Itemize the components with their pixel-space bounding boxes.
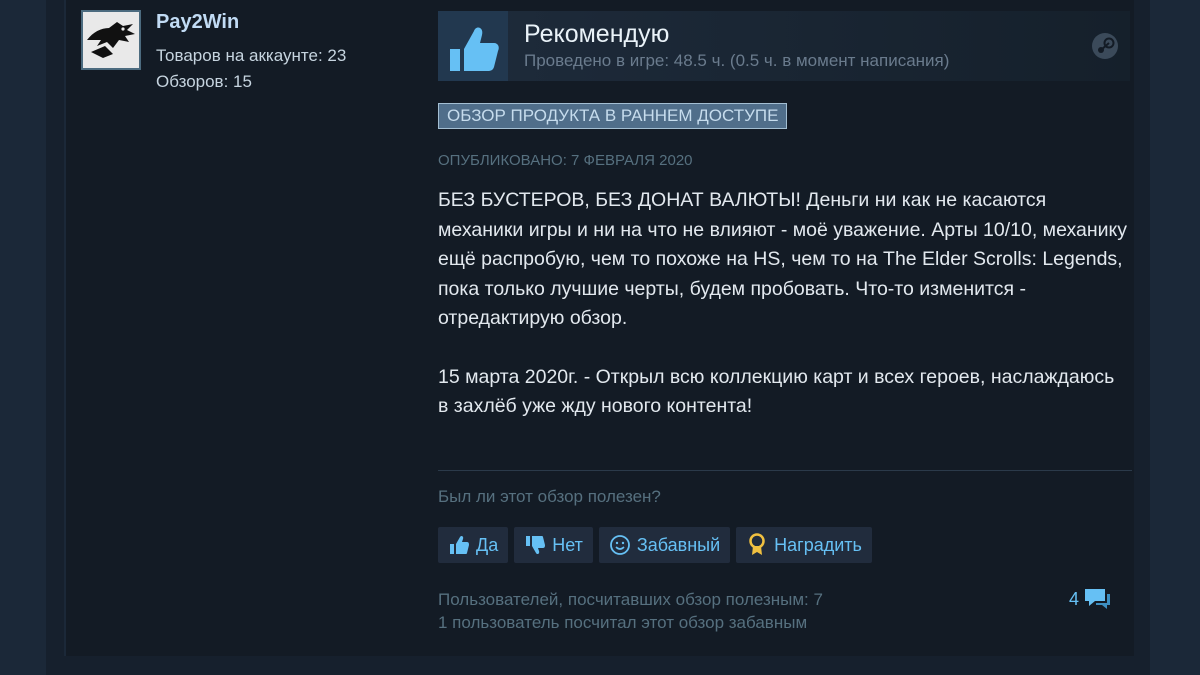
divider [438, 470, 1132, 471]
playtime: Проведено в игре: 48.5 ч. (0.5 ч. в моме… [524, 51, 950, 70]
recommendation-title: Рекомендую [524, 20, 670, 48]
eagle-logo-icon [83, 12, 139, 68]
author-products-count[interactable]: Товаров на аккаунте: 23 [156, 46, 346, 66]
review-paragraph: БЕЗ БУСТЕРОВ, БЕЗ ДОНАТ ВАЛЮТЫ! Деньги н… [438, 189, 1128, 329]
comments-count: 4 [1069, 588, 1080, 609]
vote-buttons: Да Нет Забавный Наградить [438, 527, 872, 563]
review-text: БЕЗ БУСТЕРОВ, БЕЗ ДОНАТ ВАЛЮТЫ! Деньги н… [438, 186, 1128, 422]
vote-no-label: Нет [552, 534, 583, 555]
author-name[interactable]: Pay2Win [156, 11, 239, 34]
vote-funny-button[interactable]: Забавный [598, 527, 731, 563]
award-label: Наградить [774, 534, 862, 555]
helpful-count: Пользователей, посчитавших обзор полезны… [438, 590, 823, 609]
award-icon [749, 533, 765, 555]
thumbs-down-icon [526, 536, 546, 555]
review-paragraph: 15 марта 2020г. - Открыл всю коллекцию к… [438, 365, 1115, 418]
comments-link[interactable]: 4 [1069, 586, 1111, 612]
vote-yes-label: Да [476, 534, 499, 555]
funny-count: 1 пользователь посчитал этот обзор забав… [438, 613, 808, 632]
smiley-icon [609, 535, 630, 555]
thumbs-up-icon [450, 27, 499, 71]
thumbs-up-badge [438, 11, 508, 81]
vote-funny-label: Забавный [636, 534, 721, 555]
thumbs-up-icon [450, 535, 469, 554]
author-reviews-count[interactable]: Обзоров: 15 [156, 72, 252, 92]
review-vote-header[interactable]: Рекомендую Проведено в игре: 48.5 ч. (0.… [438, 11, 1130, 81]
award-button[interactable]: Наградить [736, 527, 872, 563]
comment-bubble-icon [1085, 589, 1111, 609]
steam-icon [1092, 33, 1118, 59]
review-card: Pay2Win Товаров на аккаунте: 23 Обзоров:… [64, 0, 1134, 656]
author-avatar[interactable] [81, 10, 141, 70]
vote-no-button[interactable]: Нет [514, 527, 593, 563]
early-access-badge: ОБЗОР ПРОДУКТА В РАННЕМ ДОСТУПЕ [438, 103, 788, 129]
vote-yes-button[interactable]: Да [438, 527, 509, 563]
posted-date: ОПУБЛИКОВАНО: 7 ФЕВРАЛЯ 2020 [438, 152, 693, 169]
helpful-question: Был ли этот обзор полезен? [438, 487, 661, 506]
